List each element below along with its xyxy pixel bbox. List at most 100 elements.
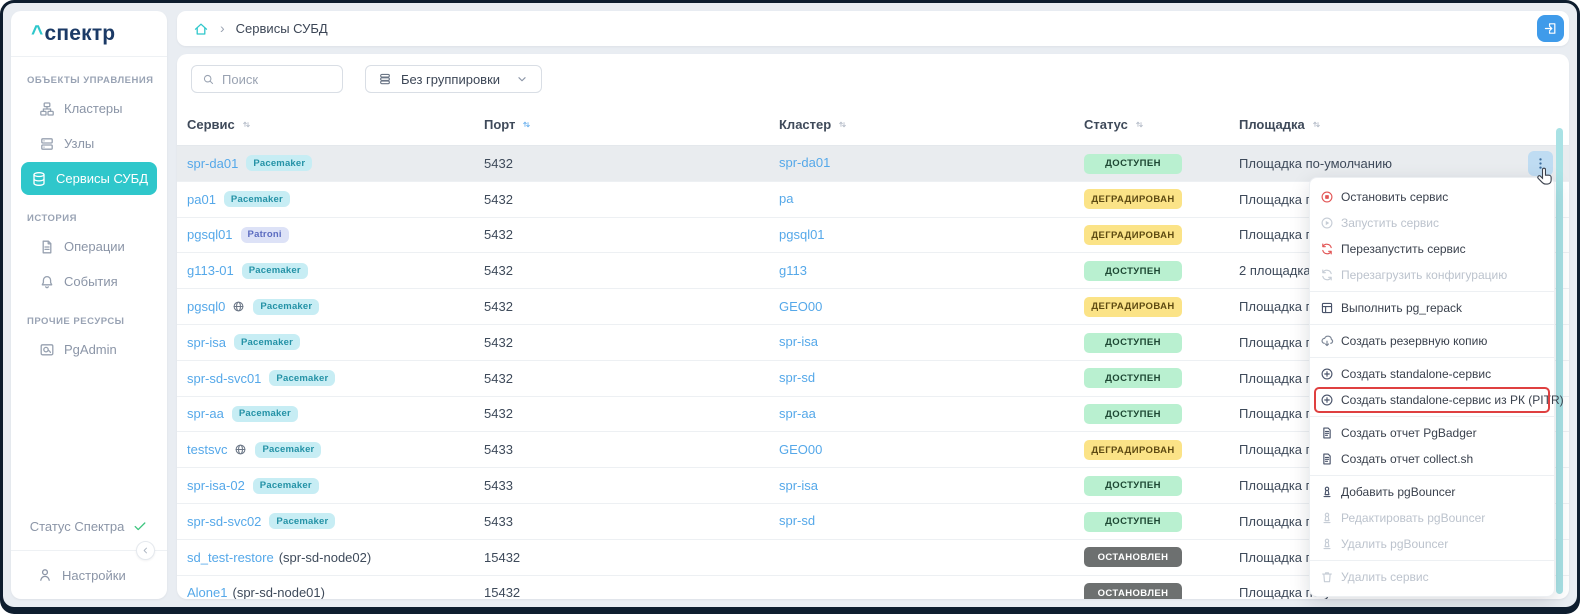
column-header-кластер[interactable]: Кластер: [779, 117, 1084, 132]
service-cell: sd_test-restore (spr-sd-node02): [187, 550, 484, 565]
sidebar-section: ПРОЧИЕ РЕСУРСЫPgAdmin: [11, 308, 167, 366]
status-badge: ДОСТУПЕН: [1084, 261, 1182, 281]
service-link[interactable]: spr-isa: [187, 335, 226, 350]
status-cell: ДОСТУПЕН: [1084, 332, 1239, 353]
menu-item-label: Создать резервную копию: [1341, 334, 1487, 348]
menu-item[interactable]: Создать standalone-сервис: [1310, 361, 1554, 387]
sort-icon: [521, 119, 532, 130]
plus-circle-icon: [1320, 393, 1334, 407]
pgbouncer-icon: [1320, 537, 1334, 551]
menu-item[interactable]: Создать отчет collect.sh: [1310, 446, 1554, 472]
cluster-link[interactable]: GEO00: [779, 442, 822, 457]
service-cell: Alone1 (spr-sd-node01): [187, 585, 484, 599]
database-icon: [31, 171, 47, 187]
cluster-link[interactable]: GEO00: [779, 299, 822, 314]
service-link[interactable]: pgsql0: [187, 299, 225, 314]
chevron-down-icon: [515, 72, 529, 86]
column-header-сервис[interactable]: Сервис: [187, 117, 484, 132]
service-cell: pgsql01Patroni: [187, 227, 484, 243]
cluster-link[interactable]: spr-isa: [779, 478, 818, 493]
menu-item[interactable]: Остановить сервис: [1310, 184, 1554, 210]
service-link[interactable]: spr-isa-02: [187, 478, 245, 493]
service-node-label: (spr-sd-node02): [279, 550, 372, 565]
service-cell: spr-sd-svc02Pacemaker: [187, 513, 484, 529]
menu-item[interactable]: Добавить pgBouncer: [1310, 479, 1554, 505]
reload-icon: [1320, 268, 1334, 282]
cluster-link[interactable]: pgsql01: [779, 227, 825, 242]
status-badge: ДЕГРАДИРОВАН: [1084, 189, 1182, 209]
menu-item[interactable]: Выполнить pg_repack: [1310, 295, 1554, 321]
sort-icon: [837, 119, 848, 130]
status-cell: ДЕГРАДИРОВАН: [1084, 440, 1239, 461]
menu-item[interactable]: Перезапустить сервис: [1310, 236, 1554, 262]
cluster-cell: spr-sd: [779, 369, 1084, 387]
app-window: ^спектр ОБЪЕКТЫ УПРАВЛЕНИЯКластерыУзлыСе…: [0, 0, 1580, 614]
sidebar-item-events[interactable]: События: [21, 265, 157, 298]
service-link[interactable]: testsvc: [187, 442, 227, 457]
cluster-link[interactable]: spr-aa: [779, 406, 816, 421]
menu-item[interactable]: Создать standalone-сервис из РК (PITR): [1310, 387, 1554, 413]
status-badge: ОСТАНОВЛЕН: [1084, 547, 1182, 567]
cluster-link[interactable]: pa: [779, 191, 793, 206]
cluster-link[interactable]: spr-da01: [779, 155, 830, 170]
status-cell: ОСТАНОВЛЕН: [1084, 583, 1239, 599]
service-cell: spr-da01Pacemaker: [187, 155, 484, 171]
sidebar-item-nodes[interactable]: Узлы: [21, 127, 157, 160]
port-cell: 5433: [484, 478, 779, 493]
service-link[interactable]: sd_test-restore: [187, 550, 274, 565]
service-link[interactable]: spr-sd-svc02: [187, 514, 261, 529]
menu-item-label: Перезапустить сервис: [1341, 242, 1466, 256]
sidebar-section-title: ИСТОРИЯ: [11, 205, 167, 228]
service-cell: g113-01Pacemaker: [187, 263, 484, 279]
sidebar-item-db-services[interactable]: Сервисы СУБД: [21, 162, 157, 195]
port-cell: 5432: [484, 227, 779, 242]
menu-divider: [1310, 324, 1554, 325]
service-link[interactable]: spr-da01: [187, 156, 238, 171]
service-link[interactable]: pgsql01: [187, 227, 233, 242]
sidebar-footer: Статус Спектра Настройки: [11, 518, 167, 599]
cluster-link[interactable]: spr-sd: [779, 513, 815, 528]
cluster-link[interactable]: spr-sd: [779, 370, 815, 385]
status-badge: ДЕГРАДИРОВАН: [1084, 225, 1182, 245]
service-link[interactable]: pa01: [187, 192, 216, 207]
menu-item-label: Запустить сервис: [1341, 216, 1439, 230]
logout-button[interactable]: [1537, 15, 1564, 42]
vertical-scrollbar[interactable]: [1556, 128, 1563, 594]
service-cell: spr-isa-02Pacemaker: [187, 478, 484, 494]
column-header-площадка[interactable]: Площадка: [1239, 117, 1569, 132]
home-icon[interactable]: [193, 21, 209, 37]
service-cell: testsvc Pacemaker: [187, 442, 484, 458]
column-header-порт[interactable]: Порт: [484, 117, 779, 132]
service-node-label: (spr-sd-node01): [232, 585, 325, 599]
events-icon: [39, 274, 55, 290]
cluster-link[interactable]: spr-isa: [779, 334, 818, 349]
report-icon: [1320, 452, 1334, 466]
menu-item[interactable]: Создать отчет PgBadger: [1310, 420, 1554, 446]
grouping-dropdown[interactable]: Без группировки: [365, 65, 542, 93]
status-badge: ДОСТУПЕН: [1084, 404, 1182, 424]
port-cell: 5432: [484, 156, 779, 171]
sidebar-item-clusters[interactable]: Кластеры: [21, 92, 157, 125]
sidebar-item-label: События: [64, 274, 118, 289]
sidebar-item-pgadmin[interactable]: PgAdmin: [21, 333, 157, 366]
column-header-статус[interactable]: Статус: [1084, 117, 1239, 132]
breadcrumb-separator: ›: [220, 20, 225, 36]
service-link[interactable]: g113-01: [187, 263, 234, 278]
cluster-link[interactable]: g113: [779, 263, 807, 278]
row-actions-button[interactable]: [1528, 151, 1553, 176]
service-link[interactable]: spr-aa: [187, 406, 224, 421]
search-input[interactable]: [222, 72, 332, 87]
sidebar-section: ИСТОРИЯОперации События: [11, 205, 167, 298]
menu-item[interactable]: Создать резервную копию: [1310, 328, 1554, 354]
menu-item: Перезагрузить конфигурацию: [1310, 262, 1554, 288]
dots-vertical-icon: [1533, 156, 1548, 171]
port-cell: 5433: [484, 442, 779, 457]
service-link[interactable]: spr-sd-svc01: [187, 371, 261, 386]
sidebar-item-operations[interactable]: Операции: [21, 230, 157, 263]
cluster-cell: g113: [779, 262, 1084, 280]
sidebar-collapse-button[interactable]: [136, 541, 155, 560]
status-cell: ДОСТУПЕН: [1084, 511, 1239, 532]
engine-badge: Pacemaker: [255, 442, 321, 458]
service-link[interactable]: Alone1: [187, 585, 227, 599]
menu-divider: [1310, 475, 1554, 476]
